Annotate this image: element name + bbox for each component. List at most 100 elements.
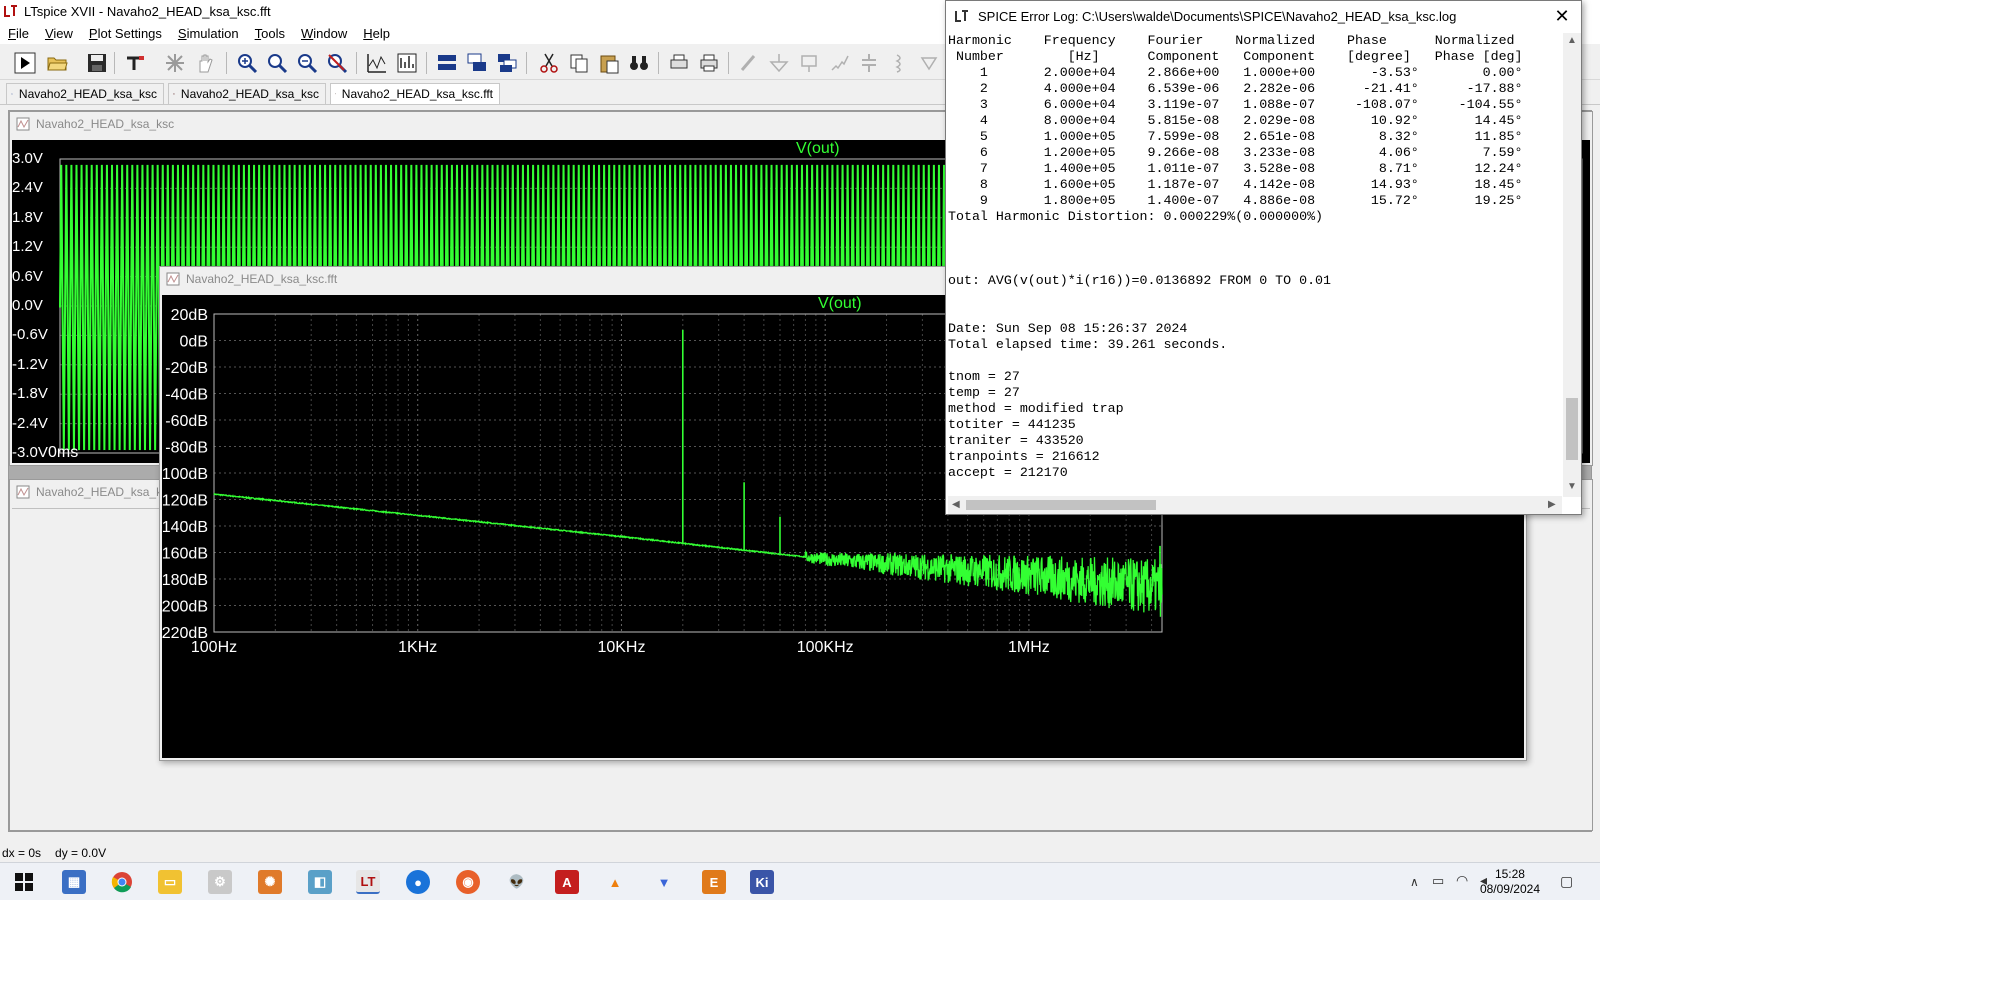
chrome-icon[interactable] — [110, 870, 134, 894]
autorange-icon[interactable] — [364, 50, 390, 76]
cascade-icon[interactable] — [464, 50, 490, 76]
fft-x-tick: 1MHz — [1008, 639, 1050, 656]
fft-y-tick: -140dB — [162, 519, 208, 536]
window-title: LTspice XVII - Navaho2_HEAD_ksa_ksc.fft — [24, 3, 271, 19]
log-line: 1 2.000e+04 2.866e+00 1.000e+00 -3.53° 0… — [948, 65, 1523, 80]
transient-trace-name[interactable]: V(out) — [796, 140, 840, 158]
tab-label: Navaho2_HEAD_ksa_ksc.fft — [341, 87, 493, 101]
app-icon[interactable]: ▼ — [652, 870, 676, 894]
pdf-reader-icon[interactable]: A — [555, 870, 579, 894]
notification-icon[interactable]: ▢ — [1560, 873, 1573, 890]
settings-app-icon[interactable]: ✺ — [258, 870, 282, 894]
fft-y-tick: -40dB — [165, 387, 208, 404]
capacitor-icon[interactable] — [856, 50, 882, 76]
wire-pencil-icon[interactable] — [736, 50, 762, 76]
fft-view-icon[interactable] — [394, 50, 420, 76]
app-icon[interactable]: ◧ — [308, 870, 332, 894]
scroll-up-icon[interactable]: ▲ — [1567, 35, 1577, 46]
label-net-icon[interactable] — [796, 50, 822, 76]
open-folder-icon[interactable] — [44, 50, 70, 76]
wifi-icon[interactable]: ◠ — [1456, 872, 1468, 889]
file-explorer-icon[interactable]: ▭ — [158, 870, 182, 894]
fft-x-tick: 1KHz — [398, 639, 437, 656]
log-window-titlebar[interactable]: SPICE Error Log: C:\Users\walde\Document… — [946, 1, 1581, 31]
diode-icon[interactable] — [916, 50, 942, 76]
find-binoculars-icon[interactable] — [626, 50, 652, 76]
cut-icon[interactable] — [536, 50, 562, 76]
transient-y-tick: 1.2V — [12, 238, 43, 256]
log-line: 5 1.000e+05 7.599e-08 2.651e-08 8.32° 11… — [948, 129, 1523, 144]
vlc-icon[interactable]: ▲ — [603, 870, 627, 894]
tile-vertical-icon[interactable] — [494, 50, 520, 76]
scroll-down-icon[interactable]: ▼ — [1567, 481, 1577, 492]
control-panel-icon[interactable] — [122, 50, 148, 76]
app-icon[interactable]: ● — [406, 870, 430, 894]
calculator-icon[interactable]: ▦ — [62, 870, 86, 894]
log-text[interactable]: Harmonic Frequency Fourier Normalized Ph… — [948, 33, 1562, 497]
show-hidden-icons-icon[interactable]: ∧ — [1410, 875, 1419, 889]
app-icon[interactable]: E — [702, 870, 726, 894]
tab-schematic[interactable]: Navaho2_HEAD_ksa_ksc — [6, 83, 164, 104]
fft-y-tick: -20dB — [165, 360, 208, 377]
tab-fft[interactable]: Navaho2_HEAD_ksa_ksc.fft — [330, 83, 500, 104]
resistor-icon[interactable] — [826, 50, 852, 76]
zoom-fit-icon[interactable] — [264, 50, 290, 76]
menu-simulation[interactable]: Simulation — [170, 26, 247, 41]
log-line: method = modified trap — [948, 401, 1124, 416]
taskbar-clock[interactable]: 15:28 08/09/2024 — [1480, 867, 1540, 897]
copy-icon[interactable] — [566, 50, 592, 76]
third-window-title: Navaho2_HEAD_ksa_ksc — [36, 485, 175, 499]
log-vertical-scrollbar[interactable]: ▲ ▼ — [1563, 33, 1581, 497]
fft-trace-name[interactable]: V(out) — [818, 295, 862, 313]
zoom-in-icon[interactable] — [234, 50, 260, 76]
firefox-icon[interactable]: ◉ — [456, 870, 480, 894]
ltspice-icon[interactable]: LT — [356, 870, 380, 894]
clock-date: 08/09/2024 — [1479, 882, 1540, 896]
inductor-icon[interactable] — [886, 50, 912, 76]
tile-horizontal-icon[interactable] — [434, 50, 460, 76]
spice-error-log-window[interactable]: SPICE Error Log: C:\Users\walde\Document… — [945, 0, 1582, 515]
battery-icon[interactable]: ▭ — [1432, 873, 1444, 889]
kicad-icon[interactable]: Ki — [750, 870, 774, 894]
zoom-cancel-icon[interactable] — [324, 50, 350, 76]
log-horizontal-scrollbar[interactable]: ◀ ▶ — [948, 496, 1562, 514]
scroll-right-icon[interactable]: ▶ — [1548, 499, 1556, 510]
pan-hand-icon[interactable] — [192, 50, 218, 76]
alien-icon[interactable]: 👽 — [505, 870, 529, 894]
windows-start-icon[interactable] — [12, 870, 36, 894]
save-icon[interactable] — [84, 50, 110, 76]
ltspice-logo-icon — [955, 10, 968, 22]
log-line: Total elapsed time: 39.261 seconds. — [948, 337, 1228, 352]
zoom-out-icon[interactable] — [294, 50, 320, 76]
print-setup-icon[interactable] — [666, 50, 692, 76]
menu-tools[interactable]: Tools — [247, 26, 293, 41]
run-icon[interactable] — [12, 50, 38, 76]
app-icon[interactable]: ⚙ — [208, 870, 232, 894]
menu-help[interactable]: Help — [355, 26, 398, 41]
log-line: 6 1.200e+05 9.266e-08 3.233e-08 4.06° 7.… — [948, 145, 1523, 160]
scroll-left-icon[interactable]: ◀ — [952, 499, 960, 510]
log-line: 9 1.800e+05 1.400e-07 4.886e-08 15.72° 1… — [948, 193, 1523, 208]
log-line: Number [Hz] Component Component [degree]… — [948, 49, 1523, 64]
log-line: Total Harmonic Distortion: 0.000229%(0.0… — [948, 209, 1324, 224]
log-vertical-scroll-thumb[interactable] — [1566, 398, 1578, 460]
log-line: totiter = 441235 — [948, 417, 1076, 432]
halt-icon[interactable] — [162, 50, 188, 76]
log-line: 7 1.400e+05 1.011e-07 3.528e-08 8.71° 12… — [948, 161, 1523, 176]
log-line: 3 6.000e+04 3.119e-07 1.088e-07 -108.07°… — [948, 97, 1523, 112]
menu-plot-settings[interactable]: Plot Settings — [81, 26, 170, 41]
menu-window[interactable]: Window — [293, 26, 355, 41]
ground-icon[interactable] — [766, 50, 792, 76]
log-horizontal-scroll-thumb[interactable] — [966, 500, 1156, 510]
fft-y-tick: -100dB — [162, 466, 208, 483]
tab-waveform[interactable]: Navaho2_HEAD_ksa_ksc — [168, 83, 326, 104]
close-icon[interactable]: ✕ — [1551, 5, 1573, 27]
print-icon[interactable] — [696, 50, 722, 76]
paste-icon[interactable] — [596, 50, 622, 76]
menu-view[interactable]: View — [37, 26, 81, 41]
menu-file[interactable]: File — [0, 26, 37, 41]
